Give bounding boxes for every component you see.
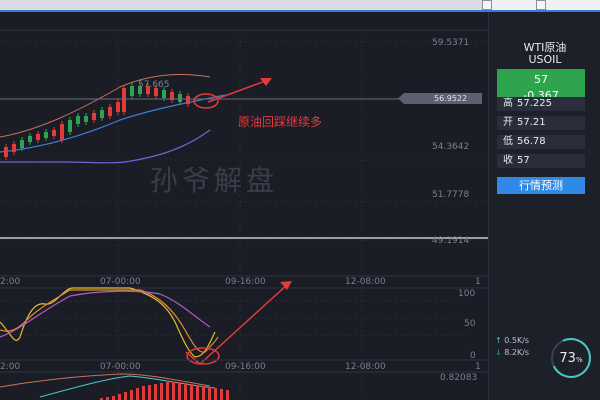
osc-time-label: 2:00	[0, 362, 20, 372]
candle-body	[44, 132, 48, 138]
macd-bar	[196, 385, 199, 400]
price-axis-label: 49.1914	[432, 236, 469, 246]
time-axis-label: 09-16:00	[225, 277, 266, 287]
osc-axis-label: 100	[458, 289, 475, 299]
macd-bar	[202, 386, 205, 400]
candle-body	[162, 90, 166, 98]
annotation-text: 原油回踩继续多	[238, 115, 323, 129]
macd-bar	[118, 394, 121, 400]
candle-body	[28, 136, 32, 142]
time-axis-label: 2:00	[0, 277, 20, 287]
price-axis-label: 59.5371	[432, 38, 469, 48]
price-axis-label: 51.7778	[432, 190, 469, 200]
stat-open: 开 57.21	[497, 116, 585, 130]
osc-time-label: 07-00:00	[100, 362, 141, 372]
macd-bar	[166, 382, 169, 400]
candle-body	[4, 147, 8, 157]
download-speed: ↓ 8.2K/s	[495, 348, 530, 357]
macd-bar	[214, 388, 217, 400]
candle-body	[130, 86, 134, 96]
candle-body	[84, 116, 88, 122]
candle-body	[76, 116, 80, 124]
time-axis-label: 12-08:00	[345, 277, 386, 287]
forecast-button[interactable]: 行情预测	[497, 177, 585, 194]
peak-price-label: 57.665	[138, 80, 170, 90]
symbol-title: WTI原油 USOIL	[489, 42, 600, 66]
macd-bar	[220, 389, 223, 400]
osc-time-label: 12-08:00	[345, 362, 386, 372]
stat-high: 高 57.225	[497, 97, 585, 111]
time-axis-label: 1	[475, 277, 481, 287]
stat-low: 低 56.78	[497, 135, 585, 149]
macd-bar	[142, 386, 145, 400]
time-axis-label: 07-00:00	[100, 277, 141, 287]
candle-body	[100, 110, 104, 118]
candle-body	[52, 130, 56, 136]
performance-gauge[interactable]: 73%	[545, 332, 597, 384]
macd-bar	[208, 387, 211, 400]
macd-bar	[154, 384, 157, 400]
stat-close: 收 57	[497, 154, 585, 168]
macd-bar	[190, 384, 193, 400]
candle-body	[36, 134, 40, 140]
macd-axis-label: 0.82083	[440, 373, 477, 383]
candle-body	[68, 120, 72, 132]
chart-panel[interactable]: 孙爷解盘 57.665 59.5371 54.3642 51.7778 49.1…	[0, 12, 488, 400]
macd-bar	[148, 385, 151, 400]
candle-body	[178, 94, 182, 102]
candle-body	[60, 124, 64, 140]
osc-time-label: 1	[475, 362, 481, 372]
candle-body	[186, 96, 190, 104]
watermark-text: 孙爷解盘	[150, 164, 278, 197]
macd-bar	[226, 390, 229, 400]
download-arrow-icon: ↓	[495, 348, 502, 357]
upload-arrow-icon: ↑	[495, 336, 502, 345]
price-axis-label: 54.3642	[432, 142, 469, 152]
macd-bar	[124, 392, 127, 400]
gauge-value: 73%	[559, 351, 583, 366]
current-price-tag: 56.9522	[398, 93, 482, 104]
chart-background	[0, 12, 488, 400]
macd-bar	[136, 388, 139, 400]
last-price: 57	[534, 73, 548, 86]
window-controls	[482, 0, 600, 10]
candle-body	[122, 88, 126, 112]
macd-bar	[178, 382, 181, 400]
window-button-icon[interactable]	[536, 0, 546, 10]
macd-bar	[130, 390, 133, 400]
candle-body	[116, 102, 120, 112]
candle-body	[108, 107, 112, 116]
window-title-bar	[0, 0, 600, 12]
macd-bar	[184, 383, 187, 400]
macd-bar	[160, 383, 163, 400]
symbol-code: USOIL	[528, 53, 562, 66]
macd-bar	[172, 382, 175, 400]
window-button-icon[interactable]	[482, 0, 492, 10]
macd-bar	[112, 396, 115, 400]
upload-speed: ↑ 0.5K/s	[495, 336, 530, 345]
osc-axis-label: 50	[464, 319, 476, 329]
osc-time-label: 09-16:00	[225, 362, 266, 372]
quote-sidebar: WTI原油 USOIL 57 -0.367 高 57.225 开 57.21 低 56…	[488, 12, 600, 400]
candle-body	[92, 113, 96, 120]
candle-body	[20, 140, 24, 148]
candle-body	[12, 144, 16, 152]
